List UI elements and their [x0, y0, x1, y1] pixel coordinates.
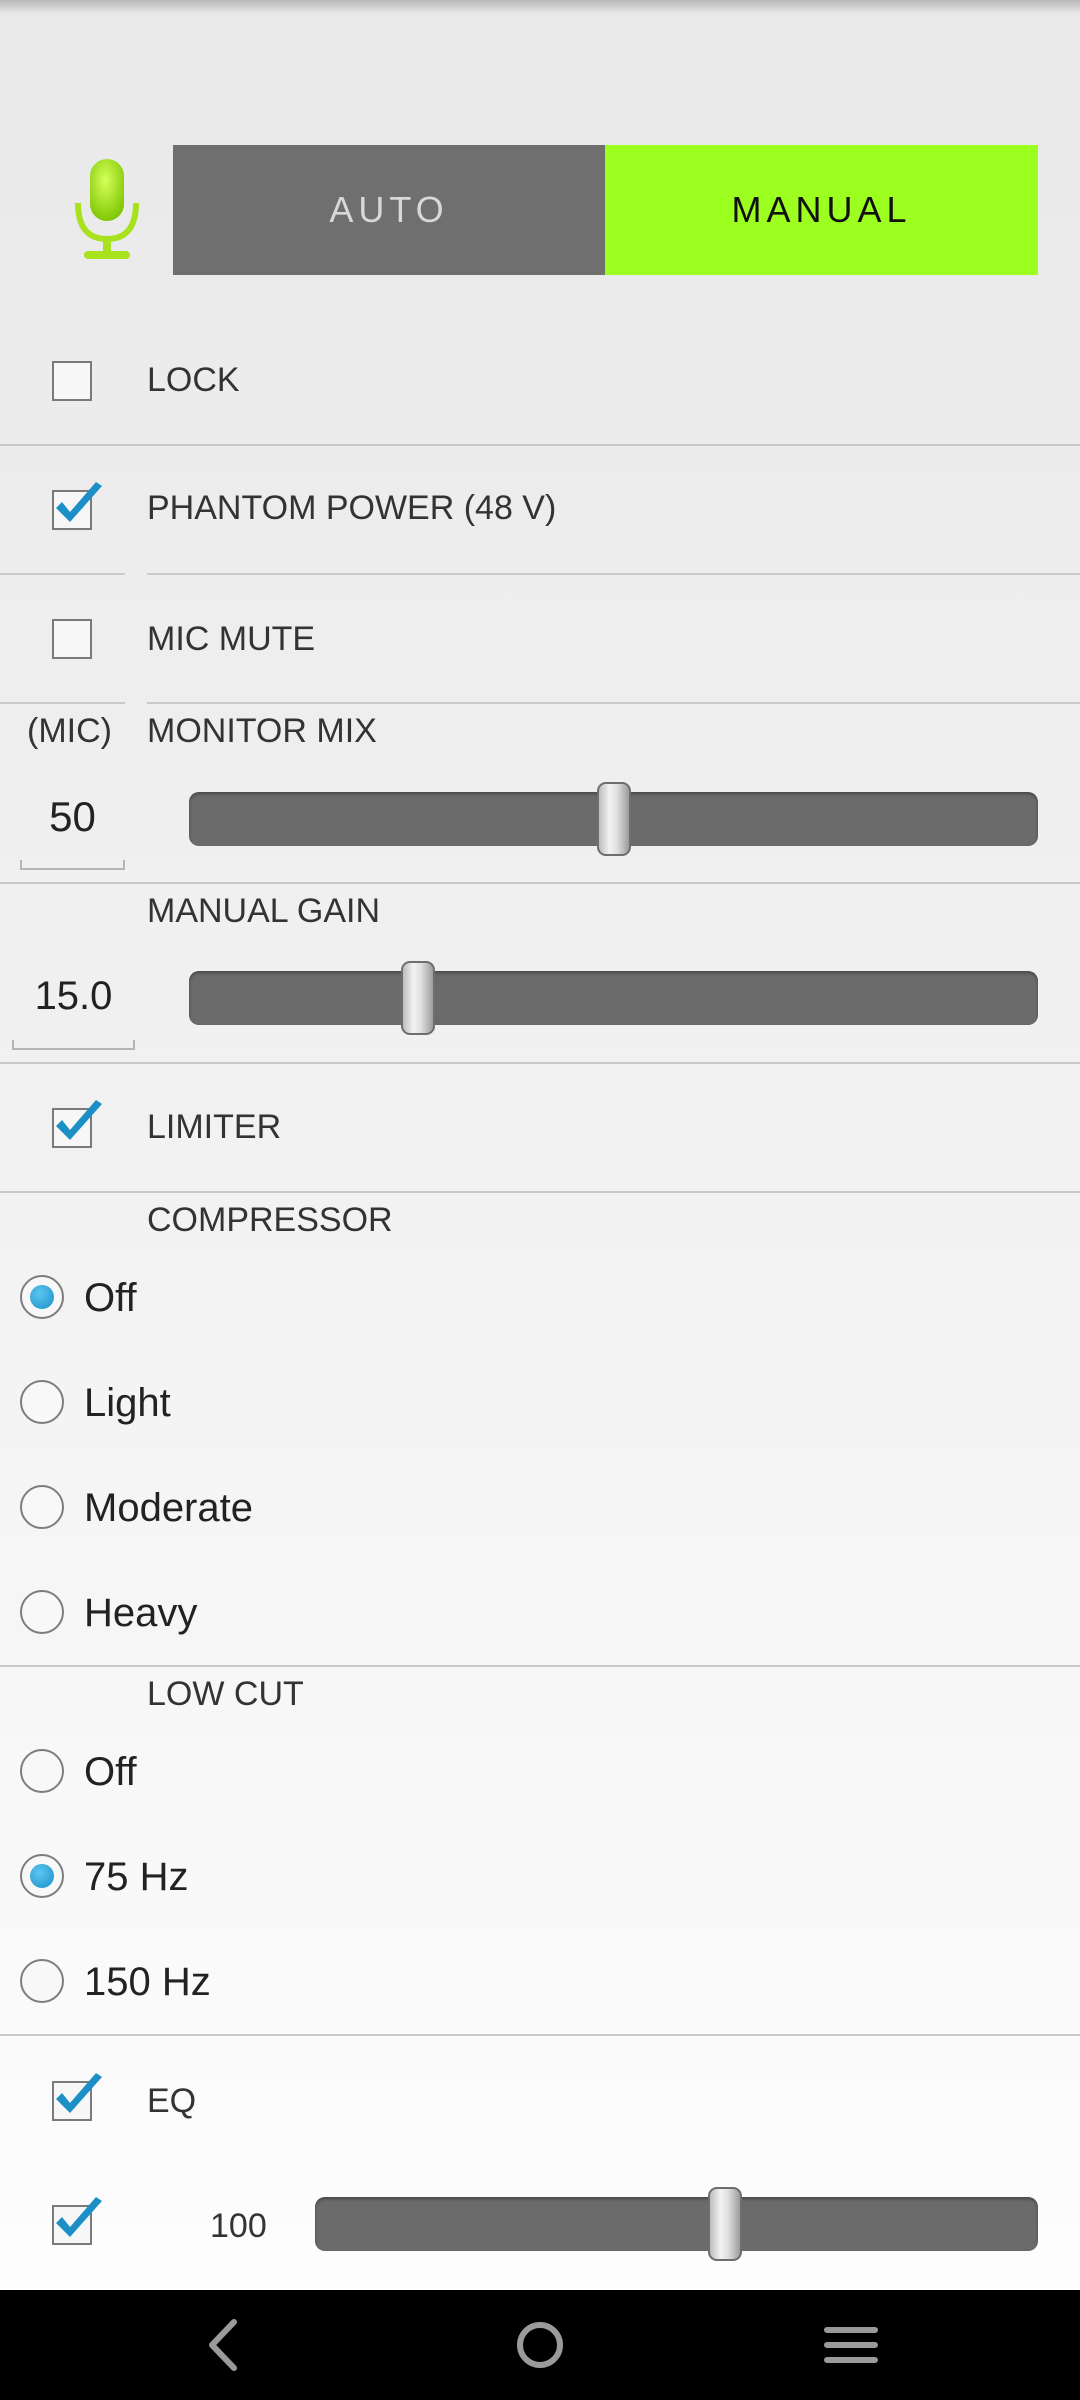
navigation-bar: [0, 2290, 1080, 2400]
monitor-mix-source-label: (MIC): [27, 712, 112, 750]
divider: [0, 882, 1080, 884]
monitor-mix-label: MONITOR MIX: [147, 712, 377, 750]
compressor-label: COMPRESSOR: [147, 1201, 393, 1239]
manual-gain-slider-thumb[interactable]: [400, 961, 435, 1035]
checkmark-icon: [56, 2197, 102, 2237]
eq-band-slider-thumb[interactable]: [707, 2187, 742, 2261]
limiter-label: LIMITER: [147, 1108, 282, 1146]
low-cut-option-off-label: Off: [84, 1750, 137, 1794]
checkmark-icon: [56, 1100, 102, 1140]
mode-auto-button[interactable]: AUTO: [173, 145, 605, 275]
checkmark-icon: [56, 2073, 102, 2113]
divider: [0, 1062, 1080, 1064]
value-underline: [20, 868, 125, 870]
eq-band-slider[interactable]: [315, 2197, 1038, 2251]
compressor-option-off-radio[interactable]: [20, 1275, 64, 1319]
compressor-option-heavy-radio[interactable]: [20, 1590, 64, 1634]
low-cut-option-75hz-label: 75 Hz: [84, 1855, 189, 1899]
status-shadow: [0, 0, 1080, 14]
back-icon[interactable]: [166, 2290, 286, 2400]
low-cut-option-150hz-label: 150 Hz: [84, 1960, 211, 2004]
low-cut-option-off-radio[interactable]: [20, 1749, 64, 1793]
compressor-option-light-radio[interactable]: [20, 1380, 64, 1424]
monitor-mix-slider-thumb[interactable]: [596, 782, 631, 856]
compressor-option-light-label: Light: [84, 1381, 171, 1425]
divider: [0, 1665, 1080, 1667]
eq-band-checkbox[interactable]: [52, 2197, 102, 2245]
divider: [0, 573, 125, 575]
microphone-icon: [70, 155, 144, 265]
manual-gain-value-field[interactable]: 15.0: [12, 974, 135, 1019]
home-icon[interactable]: [480, 2290, 600, 2400]
eq-checkbox[interactable]: [52, 2073, 102, 2121]
eq-band-value-label: 100: [210, 2207, 267, 2245]
phantom-power-checkbox[interactable]: [52, 482, 102, 530]
phantom-power-label: PHANTOM POWER (48 V): [147, 489, 557, 527]
compressor-option-moderate-radio[interactable]: [20, 1485, 64, 1529]
divider: [147, 573, 1080, 575]
value-underline: [12, 1048, 135, 1050]
lock-label: LOCK: [147, 361, 240, 399]
divider: [0, 444, 1080, 446]
compressor-option-heavy-label: Heavy: [84, 1591, 198, 1635]
manual-gain-label: MANUAL GAIN: [147, 892, 381, 930]
compressor-option-off-label: Off: [84, 1276, 137, 1320]
mic-mute-label: MIC MUTE: [147, 620, 316, 658]
low-cut-label: LOW CUT: [147, 1675, 304, 1713]
manual-gain-slider[interactable]: [189, 971, 1038, 1025]
divider: [0, 2034, 1080, 2036]
divider: [0, 1191, 1080, 1193]
monitor-mix-value-field[interactable]: 50: [20, 793, 125, 841]
limiter-checkbox[interactable]: [52, 1100, 102, 1148]
compressor-option-moderate-label: Moderate: [84, 1486, 253, 1530]
lock-checkbox[interactable]: [52, 361, 92, 401]
eq-label: EQ: [147, 2082, 197, 2120]
checkmark-icon: [56, 482, 102, 522]
divider: [0, 702, 125, 704]
low-cut-option-75hz-radio[interactable]: [20, 1854, 64, 1898]
mode-manual-button[interactable]: MANUAL: [605, 145, 1038, 275]
divider: [147, 702, 1080, 704]
low-cut-option-150hz-radio[interactable]: [20, 1959, 64, 2003]
menu-icon[interactable]: [791, 2290, 911, 2400]
mic-mute-checkbox[interactable]: [52, 619, 92, 659]
